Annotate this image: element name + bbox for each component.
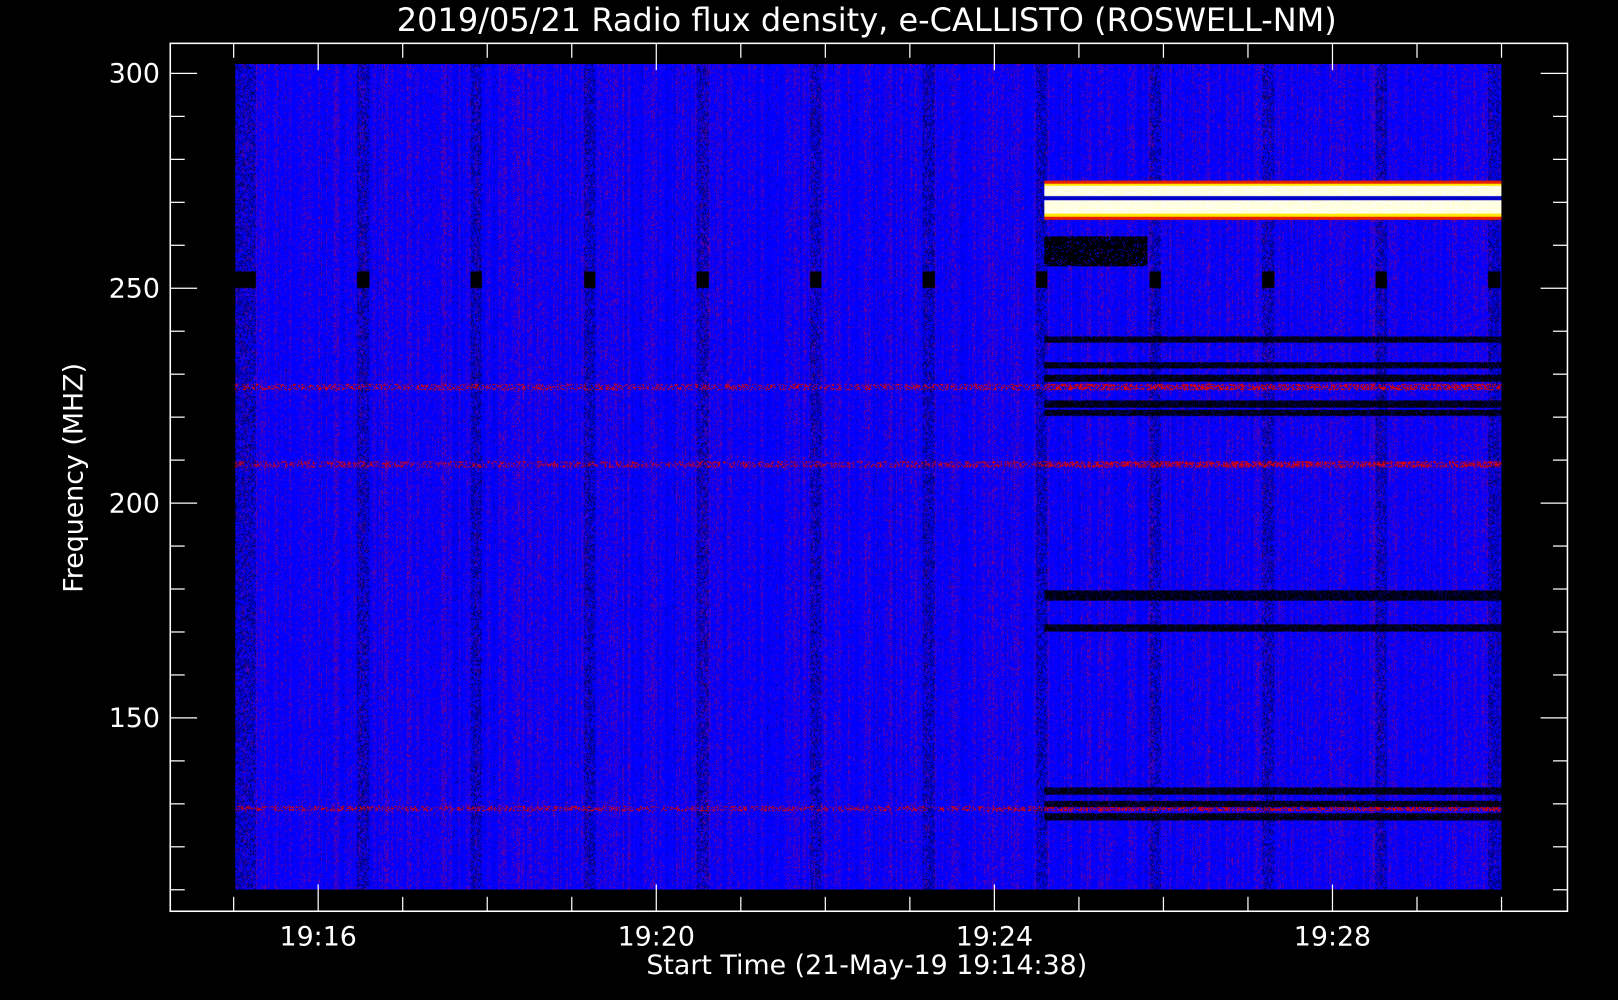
chart-title: 2019/05/21 Radio flux density, e-CALLIST… <box>397 1 1337 39</box>
y-tick-label: 200 <box>109 488 160 519</box>
y-axis-label: Frequency (MHZ) <box>59 363 90 593</box>
y-tick-label: 250 <box>109 274 160 305</box>
y-tick-label: 150 <box>109 703 160 734</box>
plot-frame <box>169 42 1569 913</box>
x-tick-label: 19:28 <box>1294 921 1371 952</box>
x-tick-label: 19:24 <box>956 921 1033 952</box>
x-tick-label: 19:20 <box>618 921 695 952</box>
y-tick-label: 300 <box>109 59 160 90</box>
chart-axes: 2019/05/21 Radio flux density, e-CALLIST… <box>59 1 1569 981</box>
x-tick-label: 19:16 <box>280 921 357 952</box>
spectrogram-figure: 2019/05/21 Radio flux density, e-CALLIST… <box>0 0 1618 1000</box>
x-axis-label: Start Time (21-May-19 19:14:38) <box>646 950 1087 981</box>
